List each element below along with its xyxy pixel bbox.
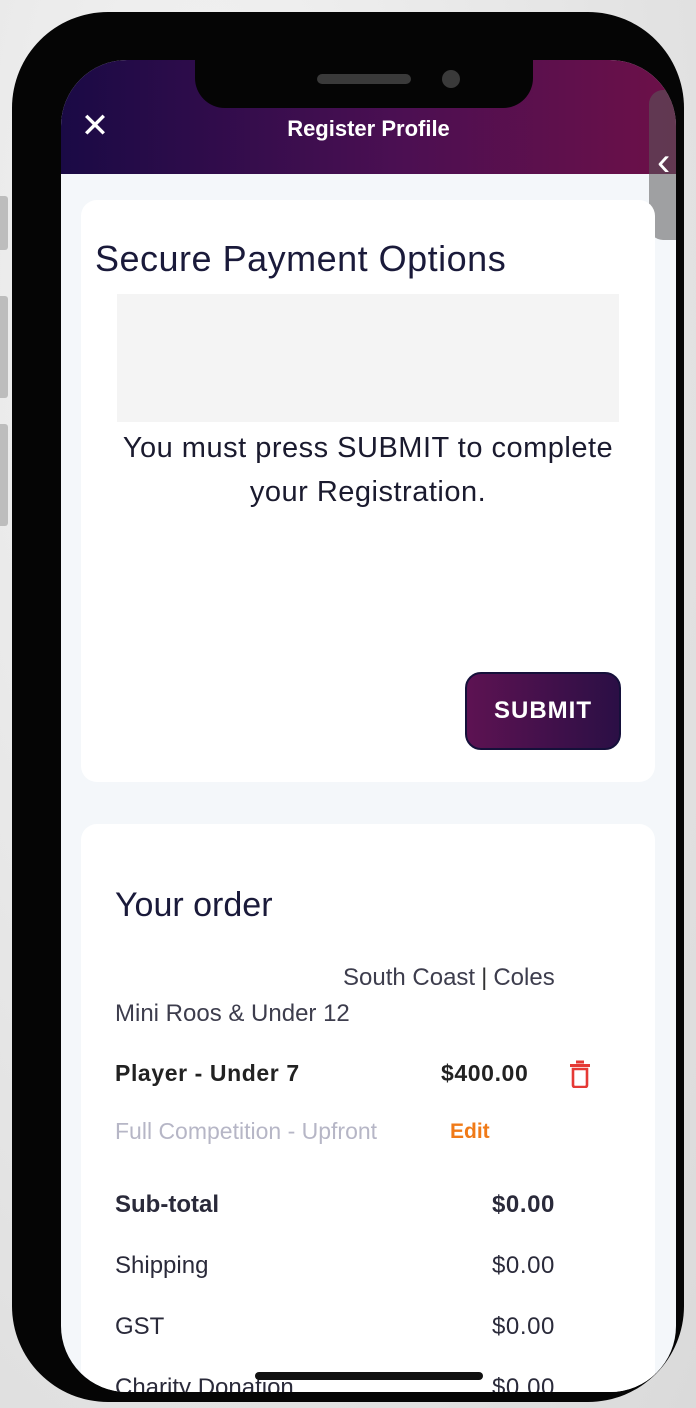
submit-button[interactable]: SUBMIT	[465, 672, 621, 750]
speaker-grille	[317, 74, 411, 84]
payment-widget-area	[117, 294, 619, 422]
gst-label: GST	[115, 1313, 165, 1340]
page-title: Register Profile	[287, 116, 450, 141]
phone-screen: ✕ Register Profile ‹ Secure Payment Opti…	[61, 60, 676, 1392]
phone-notch	[195, 60, 533, 108]
gst-value: $0.00	[491, 1313, 555, 1340]
venue-line: South Coast | Coles	[343, 964, 555, 992]
competition-name: Mini Roos & Under 12	[115, 1000, 350, 1027]
camera-icon	[442, 70, 460, 88]
venue-divider: |	[481, 964, 488, 991]
edit-link[interactable]: Edit	[450, 1120, 490, 1144]
chevron-left-icon: ‹	[657, 140, 671, 184]
phone-frame: ✕ Register Profile ‹ Secure Payment Opti…	[12, 12, 684, 1402]
phone-side-button	[0, 424, 8, 526]
order-item-plan: Full Competition - Upfront	[115, 1118, 378, 1144]
phone-side-button	[0, 296, 8, 398]
shipping-value: $0.00	[491, 1252, 555, 1279]
shipping-label: Shipping	[115, 1252, 209, 1279]
order-item-price: $400.00	[441, 1060, 529, 1086]
trash-icon[interactable]	[569, 1060, 591, 1088]
payment-title: Secure Payment Options	[95, 238, 507, 279]
order-title: Your order	[115, 886, 273, 924]
order-item-name: Player - Under 7	[115, 1060, 300, 1086]
phone-side-button	[0, 196, 8, 250]
venue-name: South Coast	[343, 964, 476, 991]
submit-instruction: You must press SUBMIT to complete your R…	[122, 432, 614, 508]
venue-sponsor: Coles	[493, 964, 555, 991]
home-indicator	[255, 1372, 483, 1380]
subtotal-label: Sub-total	[115, 1191, 219, 1218]
subtotal-value: $0.00	[491, 1191, 555, 1218]
